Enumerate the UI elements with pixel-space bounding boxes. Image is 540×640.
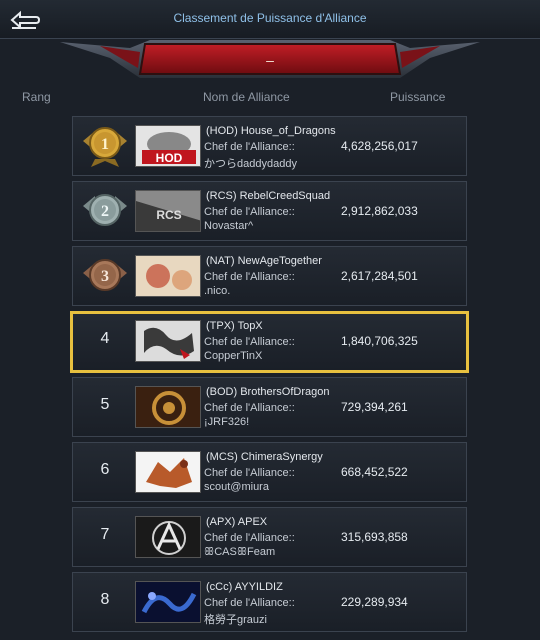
rank-number: 7 (100, 526, 110, 543)
svg-text:RCS: RCS (156, 208, 181, 222)
rank-number: 5 (100, 396, 110, 413)
leader-label: Chef de l'Alliance:: (204, 532, 295, 544)
leader-label: Chef de l'Alliance:: (204, 402, 295, 414)
leader-label: Chef de l'Alliance:: (204, 271, 295, 283)
alliance-power: 729,394,261 (341, 400, 408, 414)
leader-name: Novastar^ (204, 220, 254, 232)
alliance-flag (135, 451, 201, 493)
alliance-name-field[interactable]: – (160, 46, 380, 78)
page-title: Classement de Puissance d'Alliance (173, 11, 367, 25)
alliance-flag (135, 581, 201, 623)
alliance-power: 315,693,858 (341, 530, 408, 544)
alliance-power: 4,628,256,017 (341, 139, 418, 153)
alliance-name: (NAT) NewAgeTogether (206, 255, 322, 267)
alliance-flag (135, 320, 201, 362)
alliance-banner: – (0, 38, 540, 90)
leader-name: scout@miura (204, 481, 269, 493)
svg-text:2: 2 (101, 203, 109, 220)
alliance-name: (APX) APEX (206, 516, 268, 528)
rank-number: 6 (100, 461, 110, 478)
top-bar: Classement de Puissance d'Alliance (0, 0, 540, 39)
leader-label: Chef de l'Alliance:: (204, 597, 295, 609)
ranking-row[interactable]: 1 HOD (HOD) House_of_Dragons Chef de l'A… (72, 116, 467, 176)
ranking-row[interactable]: 8 (cCc) AYYILDIZ Chef de l'Alliance:: 格勞… (72, 572, 467, 632)
ranking-list: 1 HOD (HOD) House_of_Dragons Chef de l'A… (70, 116, 469, 637)
alliance-name: (MCS) ChimeraSynergy (206, 451, 323, 463)
alliance-power: 668,452,522 (341, 465, 408, 479)
ranking-row-own-alliance[interactable]: 4 (TPX) TopX Chef de l'Alliance:: Copper… (70, 311, 469, 373)
alliance-name: (cCc) AYYILDIZ (206, 581, 283, 593)
leader-name: 格勞子grauzi (204, 614, 267, 626)
header-alliance-name: Nom de Alliance (203, 90, 290, 104)
leader-label: Chef de l'Alliance:: (204, 336, 295, 348)
leader-label: Chef de l'Alliance:: (204, 467, 295, 479)
alliance-name: (BOD) BrothersOfDragon (206, 386, 330, 398)
gold-medal-icon: 1 (81, 123, 129, 169)
ranking-row[interactable]: 6 (MCS) ChimeraSynergy Chef de l'Allianc… (72, 442, 467, 502)
alliance-name: (TPX) TopX (206, 320, 263, 332)
alliance-flag (135, 386, 201, 428)
alliance-power: 2,617,284,501 (341, 269, 418, 283)
silver-medal-icon: 2 (81, 188, 129, 234)
header-power: Puissance (390, 90, 446, 104)
alliance-flag (135, 255, 201, 297)
rank-number: 8 (100, 591, 110, 608)
leader-name: CopperTinX (204, 350, 263, 362)
leader-label: Chef de l'Alliance:: (204, 141, 295, 153)
svg-text:HOD: HOD (156, 151, 183, 165)
alliance-name: (HOD) House_of_Dragons (206, 125, 336, 137)
ranking-row[interactable]: 3 (NAT) NewAgeTogether Chef de l'Allianc… (72, 246, 467, 306)
leader-name: かつらdaddydaddy (204, 158, 297, 170)
header-rank: Rang (22, 90, 51, 104)
alliance-power: 2,912,862,033 (341, 204, 418, 218)
svg-text:3: 3 (101, 268, 109, 285)
leader-name: ¡JRF326! (204, 416, 250, 428)
ranking-row[interactable]: 5 (BOD) BrothersOfDragon Chef de l'Allia… (72, 377, 467, 437)
leader-name: ꕥCASꕥFeam (204, 546, 276, 558)
alliance-flag: RCS (135, 190, 201, 232)
column-headers: Rang Nom de Alliance Puissance (0, 90, 540, 110)
bronze-medal-icon: 3 (81, 253, 129, 299)
ranking-row[interactable]: 2 RCS (RCS) RebelCreedSquad Chef de l'Al… (72, 181, 467, 241)
rank-number: 4 (100, 330, 110, 347)
svg-text:1: 1 (101, 136, 109, 153)
leader-name: .nico. (204, 285, 231, 297)
leader-label: Chef de l'Alliance:: (204, 206, 295, 218)
alliance-name: (RCS) RebelCreedSquad (206, 190, 331, 202)
alliance-power: 229,289,934 (341, 595, 408, 609)
ranking-row[interactable]: 7 (APX) APEX Chef de l'Alliance:: ꕥCASꕥF… (72, 507, 467, 567)
alliance-power: 1,840,706,325 (341, 334, 418, 348)
alliance-flag (135, 516, 201, 558)
alliance-flag: HOD (135, 125, 201, 167)
